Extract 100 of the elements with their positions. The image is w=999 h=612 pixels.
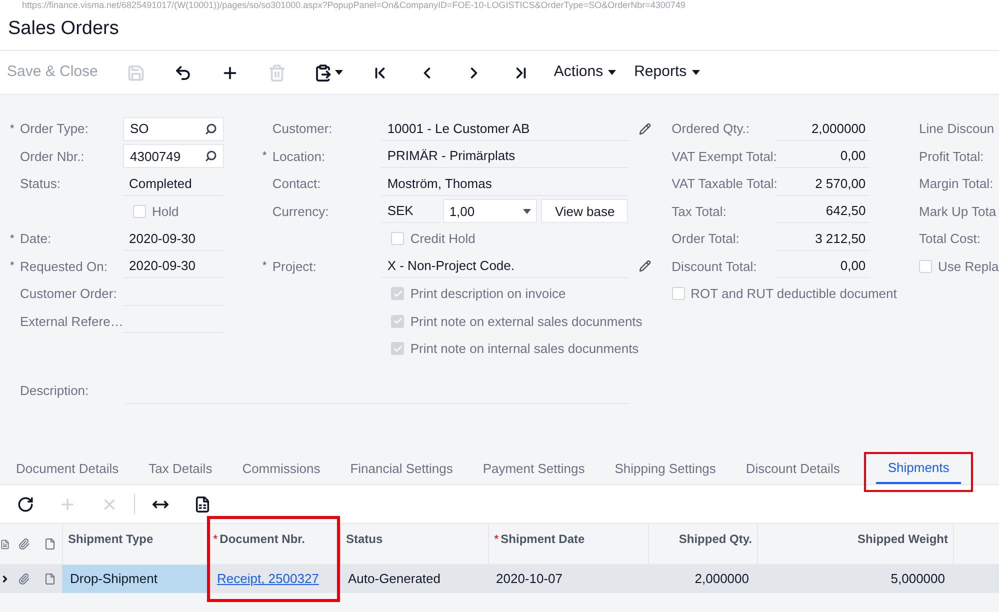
plus-icon [58, 496, 76, 512]
view-base-button[interactable]: View base [541, 199, 628, 224]
checkbox-label: Use Repla [938, 258, 999, 276]
checkbox-label: Print note on internal sales docunments [410, 340, 639, 358]
column-header[interactable]: Shipment Type [68, 530, 154, 548]
field-label: VAT Exempt Total: [672, 148, 775, 166]
tab[interactable]: Commissions [230, 454, 332, 484]
field-value[interactable]: 10001 - Le Customer AB [381, 116, 630, 141]
column-header[interactable]: Shipped Qty. [678, 530, 752, 548]
refresh-icon [16, 496, 34, 512]
tab[interactable]: Discount Details [734, 454, 852, 484]
checkbox[interactable] [672, 287, 685, 300]
menu-button[interactable]: Actions [544, 56, 626, 88]
field-label: Order Nbr.: [20, 148, 86, 166]
lookup-field[interactable]: SO [123, 116, 224, 141]
table-row[interactable]: Drop-Shipment Receipt, 2500327 Auto-Generated 2020-10-07 2,000000 5,000000 [0, 565, 999, 593]
table-cell-text: 5,000000 [890, 570, 946, 588]
field-label: Description: [20, 382, 90, 400]
pencil-icon[interactable] [639, 260, 652, 272]
document-link[interactable]: Receipt, 2500327 [217, 569, 319, 589]
file-icon [44, 573, 56, 585]
field-value[interactable]: Moström, Thomas [381, 172, 630, 196]
file-icon [44, 538, 56, 550]
search-icon[interactable] [205, 122, 217, 135]
field-label: Requested On: [20, 258, 108, 276]
tab[interactable]: Document Details [4, 454, 131, 484]
field-label: Currency: [272, 202, 330, 221]
table-cell-text: 2,000000 [694, 570, 750, 588]
column-header[interactable]: Document Nbr. [220, 530, 306, 548]
excel-icon [194, 496, 210, 512]
table-cell: Drop-Shipment [62, 565, 207, 593]
table-cell-text: Auto-Generated [347, 570, 442, 588]
checkbox-label: Hold [152, 202, 179, 220]
field-value: 2,000000 [774, 116, 870, 141]
field-label: Total Cost: [919, 230, 982, 248]
field-label: Contact: [272, 175, 322, 193]
required-mark: * [262, 259, 267, 274]
field-label: Ordered Qty.: [672, 120, 750, 138]
field-value: 0,00 [774, 254, 870, 278]
menu-button[interactable]: Reports [625, 56, 709, 88]
table-cell-text: 2020-10-07 [495, 570, 564, 588]
required-mark: * [10, 122, 14, 136]
rate-dropdown[interactable]: 1,00 [443, 199, 538, 224]
column-header[interactable]: Status [346, 530, 383, 548]
field-label: Customer Order: [20, 285, 118, 303]
field-value[interactable]: PRIMÄR - Primärplats [381, 144, 630, 168]
field-label: Order Total: [672, 230, 740, 248]
field-label: Margin Total: [919, 175, 994, 193]
required-mark: * [10, 232, 14, 246]
tab[interactable]: Shipping Settings [602, 454, 728, 484]
field-value: 1,00 [449, 202, 475, 220]
required-mark: * [10, 259, 14, 274]
field-label: Discount Total: [672, 258, 758, 276]
caret-icon [523, 208, 532, 214]
field-value[interactable]: X - Non-Project Code. [381, 254, 630, 278]
field-value: 4300749 [130, 148, 181, 166]
checkbox[interactable] [919, 260, 932, 273]
tab[interactable]: Financial Settings [338, 454, 465, 484]
undo-icon [174, 64, 192, 82]
trash-icon [268, 64, 286, 82]
clipboard-icon [314, 64, 332, 82]
field-label: Customer: [272, 120, 334, 138]
column-header[interactable]: Shipment Date [500, 530, 585, 548]
pencil-icon[interactable] [639, 122, 652, 135]
attachment-icon [18, 573, 30, 585]
required-mark: * [262, 149, 267, 164]
checkbox[interactable] [391, 232, 404, 246]
field-value: 2 570,00 [774, 172, 870, 196]
required-mark: * [213, 531, 218, 548]
checkbox[interactable] [133, 204, 146, 218]
field-label: External Refere… [20, 312, 123, 330]
window-title: Sales Orders [7, 17, 120, 41]
column-header[interactable]: Shipped Weight [858, 530, 948, 548]
attachment-icon [18, 538, 30, 550]
field-value[interactable]: Completed [123, 172, 223, 196]
field-label: Location: [272, 148, 326, 166]
field-label: Project: [272, 258, 318, 276]
notes-icon [0, 538, 10, 550]
field-label: Tax Total: [672, 202, 728, 220]
field-value: 3 212,50 [774, 226, 870, 251]
checkbox-label: Print description on invoice [410, 285, 566, 303]
field-value[interactable]: 2020-09-30 [123, 254, 223, 278]
field-value: 642,50 [774, 199, 870, 224]
tab[interactable]: Tax Details [136, 454, 224, 484]
field-label: Date: [20, 230, 52, 248]
checkbox-label: Print note on external sales docunments [410, 312, 642, 330]
field-label: VAT Taxable Total: [672, 175, 775, 193]
field-label: Order Type: [20, 120, 90, 138]
field-value: SO [130, 120, 149, 138]
field-label: Mark Up Tota [919, 202, 998, 221]
field-label: Profit Total: [919, 148, 985, 166]
search-icon[interactable] [205, 150, 217, 162]
field-label: Line Discoun [919, 120, 996, 138]
tab[interactable]: Payment Settings [470, 454, 597, 484]
caret-icon [608, 70, 616, 75]
field-value[interactable]: 2020-09-30 [123, 226, 223, 251]
save-icon [127, 64, 146, 82]
currency-field[interactable]: SEK [381, 199, 440, 224]
lookup-field[interactable]: 4300749 [123, 144, 224, 168]
checkbox-label: Credit Hold [410, 230, 476, 248]
